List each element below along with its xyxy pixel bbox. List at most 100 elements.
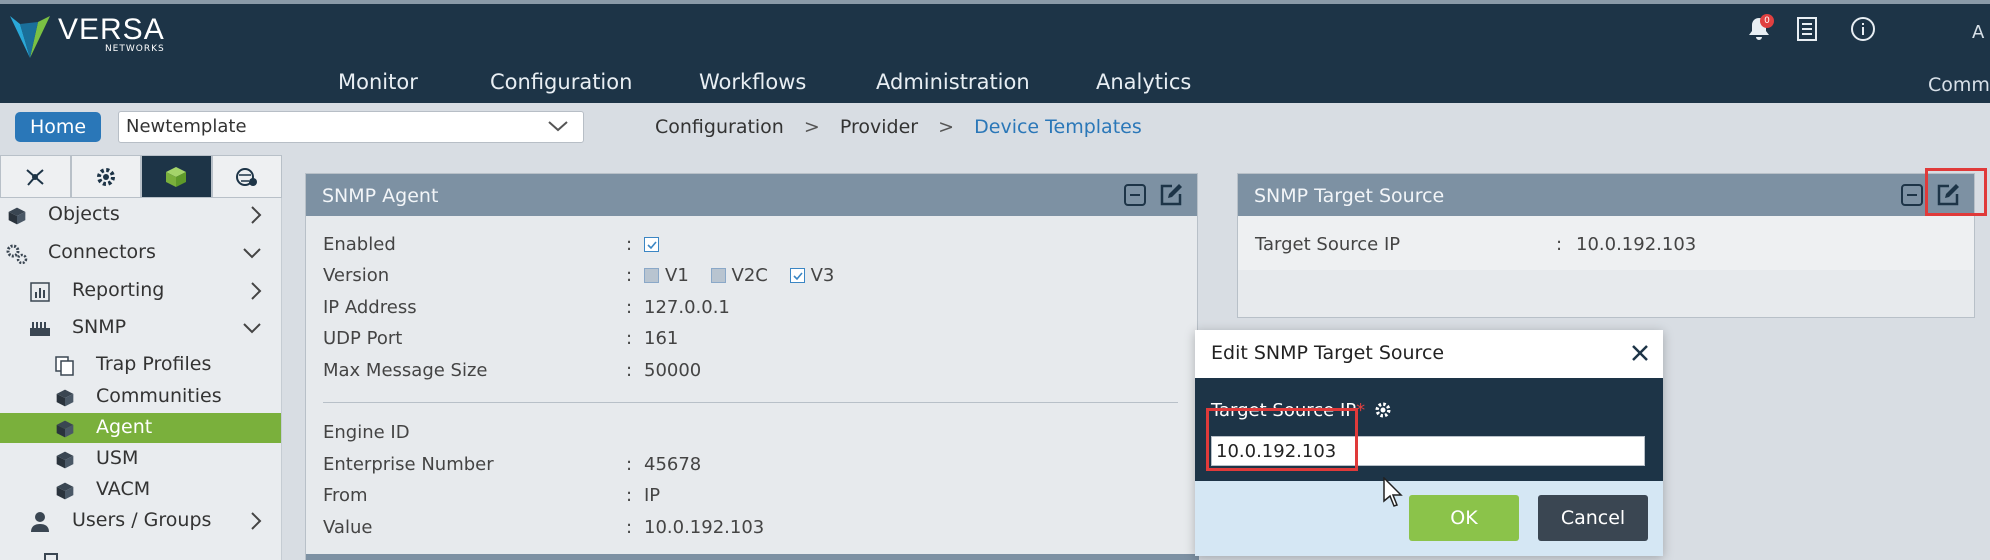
breadcrumb-device-templates[interactable]: Device Templates: [974, 116, 1142, 138]
versa-logo-icon: [10, 16, 50, 58]
gears-icon: [6, 243, 28, 265]
cube-icon: [54, 480, 76, 502]
tab-settings[interactable]: [70, 155, 141, 198]
info-icon: [1851, 17, 1875, 41]
engine-id-heading: Engine ID: [323, 422, 410, 443]
sidebar-item-snmp[interactable]: SNMP: [0, 313, 281, 343]
top-header: VERSA NETWORKS Monitor Configuration Wor…: [0, 0, 1990, 103]
sidebar-item-label: Users / Groups: [72, 509, 212, 531]
sidebar-item-agent[interactable]: Agent: [0, 413, 281, 443]
template-select[interactable]: Newtemplate: [118, 111, 584, 143]
sidebar-item-users-groups[interactable]: Users / Groups: [0, 506, 281, 536]
max-size-value: 50000: [644, 360, 702, 381]
globe-gear-icon: [235, 167, 257, 186]
tab-objects[interactable]: [141, 155, 212, 198]
sidebar-item-label: Connectors: [48, 241, 156, 263]
network-icon: [26, 168, 44, 186]
sidebar-item-label: Communities: [96, 385, 222, 407]
chevron-right-icon: [251, 512, 262, 530]
enterprise-value: 45678: [644, 454, 702, 475]
sidebar-item-label: VACM: [96, 478, 151, 500]
snmp-target-source-panel: SNMP Target Source Target Source IP : 10…: [1237, 173, 1975, 318]
mouse-cursor-icon: [1383, 477, 1403, 507]
ip-value: 127.0.0.1: [644, 297, 730, 318]
panel-header: SNMP Agent: [306, 174, 1197, 216]
cancel-button[interactable]: Cancel: [1538, 495, 1648, 541]
sidebar-item-label: USM: [96, 447, 139, 469]
collapse-button[interactable]: [1900, 183, 1924, 207]
chevron-down-icon: [548, 121, 568, 132]
enabled-label: Enabled: [323, 234, 396, 255]
panel-header: SNMP Target Source: [1238, 174, 1974, 216]
sidebar-item-label: SNMP: [72, 316, 127, 338]
info-button[interactable]: [1848, 14, 1878, 44]
cube-icon: [166, 166, 187, 187]
version-label: Version: [323, 265, 390, 286]
breadcrumb-configuration[interactable]: Configuration: [655, 116, 784, 138]
chevron-down-icon: [243, 248, 261, 259]
menu-comm[interactable]: Comm: [1928, 74, 1990, 96]
checkbox-v2c: [710, 268, 726, 283]
checkbox-checked: [644, 237, 659, 252]
colon: :: [626, 517, 633, 538]
menu-workflows[interactable]: Workflows: [699, 70, 806, 94]
colon: :: [626, 328, 633, 349]
tasks-button[interactable]: [1792, 14, 1822, 44]
breadcrumb: Configuration > Provider > Device Templa…: [655, 116, 1156, 138]
home-button[interactable]: Home: [15, 112, 101, 142]
from-label: From: [323, 485, 368, 506]
snmp-agent-panel: SNMP Agent Enabled : Version : V1 V2C V3…: [305, 173, 1199, 560]
checkbox-v1: [644, 268, 659, 283]
udp-label: UDP Port: [323, 328, 403, 349]
dialog-header: Edit SNMP Target Source: [1195, 330, 1663, 378]
section-divider: [323, 402, 1178, 403]
cube-icon: [54, 449, 76, 471]
tab-global[interactable]: [211, 155, 282, 198]
sidebar-item-trap-profiles[interactable]: Trap Profiles: [0, 350, 281, 380]
chevron-right-icon: [251, 282, 262, 300]
sidebar-item-communities[interactable]: Communities: [0, 382, 281, 412]
version-options: V1 V2C V3: [644, 265, 834, 286]
sidebar-item-vacm[interactable]: VACM: [0, 475, 281, 505]
cube-icon: [54, 387, 76, 409]
ok-button[interactable]: OK: [1409, 495, 1519, 541]
sidebar: Objects Connectors Reporting SNMP Trap P…: [0, 155, 282, 560]
sidebar-item-usm[interactable]: USM: [0, 444, 281, 474]
highlight-box: [1206, 408, 1358, 471]
switch-icon: [29, 318, 51, 340]
colon: :: [626, 485, 633, 506]
close-icon[interactable]: [1631, 344, 1649, 362]
chevron-down-icon: [243, 323, 261, 334]
checkbox-v3: [789, 268, 805, 283]
edit-button[interactable]: [1159, 183, 1183, 207]
minus-square-icon: [1901, 184, 1923, 206]
menu-administration[interactable]: Administration: [876, 70, 1030, 94]
tab-network[interactable]: [0, 155, 71, 198]
panel-title: SNMP Target Source: [1254, 185, 1445, 207]
sidebar-item-reporting[interactable]: Reporting: [0, 276, 281, 306]
collapse-button[interactable]: [1123, 183, 1147, 207]
versa-logo[interactable]: VERSA NETWORKS: [8, 14, 165, 62]
menu-monitor[interactable]: Monitor: [338, 70, 418, 94]
v1-label: V1: [665, 265, 689, 286]
sidebar-item-connectors[interactable]: Connectors: [0, 238, 281, 268]
gear-icon[interactable]: [1373, 400, 1393, 420]
breadcrumb-provider[interactable]: Provider: [840, 116, 918, 138]
template-select-value: Newtemplate: [126, 116, 247, 137]
target-source-ip-value: 10.0.192.103: [1576, 234, 1697, 255]
sidebar-item-label: Trap Profiles: [96, 353, 212, 375]
minus-square-icon: [1124, 184, 1146, 206]
sidebar-item-objects[interactable]: Objects: [0, 200, 281, 230]
notifications-button[interactable]: 0: [1744, 14, 1774, 44]
account-menu[interactable]: A: [1972, 22, 1990, 43]
engine-value-label: Value: [323, 517, 373, 538]
sidebar-item-label: Agent: [96, 416, 153, 438]
menu-analytics[interactable]: Analytics: [1096, 70, 1191, 94]
v2c-label: V2C: [731, 265, 768, 286]
edit-icon: [1160, 184, 1182, 206]
menu-configuration[interactable]: Configuration: [490, 70, 632, 94]
sidebar-item-label: Reporting: [72, 279, 165, 301]
cube-icon: [54, 418, 76, 440]
breadcrumb-separator: >: [803, 116, 820, 138]
colon: :: [626, 297, 633, 318]
